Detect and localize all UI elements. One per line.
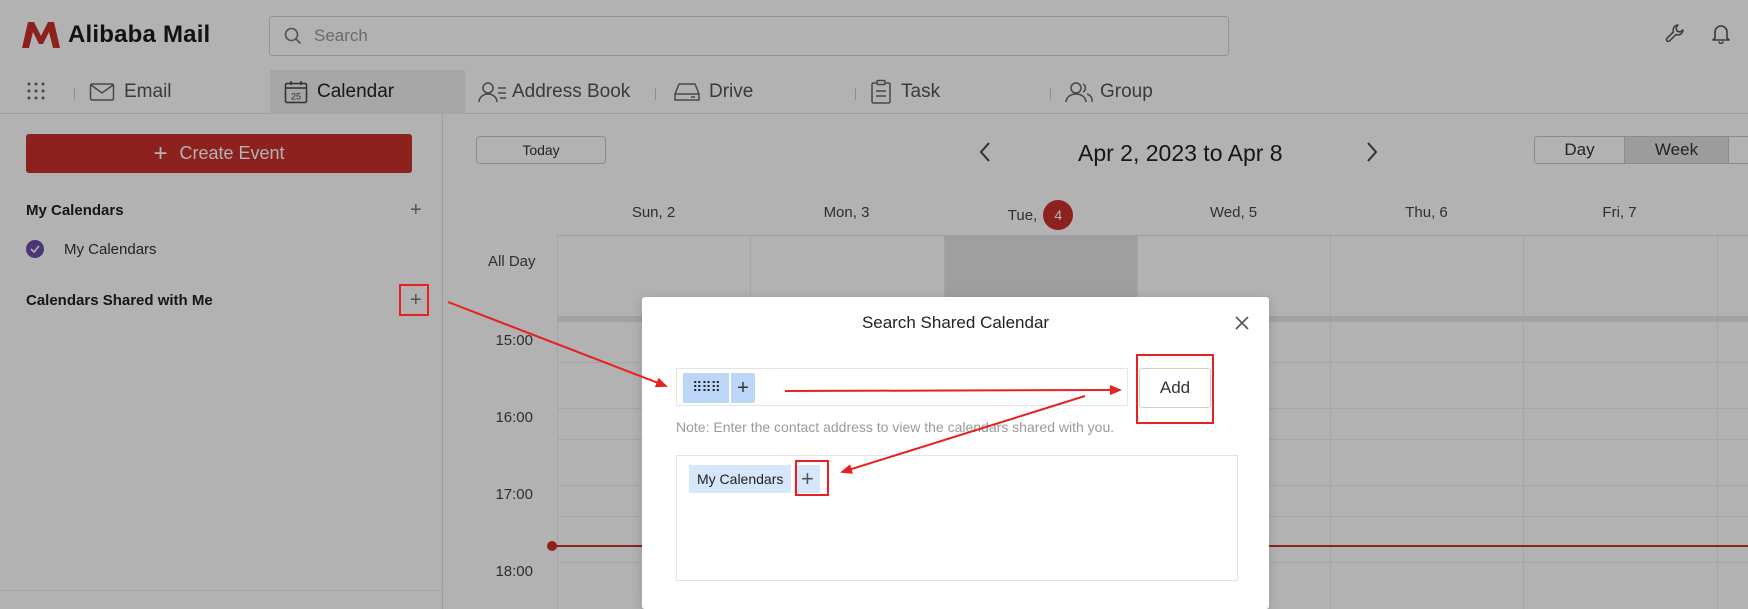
search-shared-calendar-dialog: Search Shared Calendar ⠿⠿⠿ + Add Note: E… bbox=[642, 297, 1269, 609]
contact-chip-label: ⠿⠿⠿ bbox=[683, 373, 729, 403]
chip-plus-icon[interactable]: + bbox=[731, 373, 755, 403]
contact-chip[interactable]: ⠿⠿⠿ + bbox=[683, 373, 755, 403]
close-icon[interactable] bbox=[1234, 315, 1250, 331]
contact-address-input[interactable]: ⠿⠿⠿ + bbox=[676, 368, 1128, 406]
annotation-box bbox=[1136, 354, 1214, 424]
shared-calendar-label: My Calendars bbox=[689, 465, 792, 493]
shared-calendar-results: My Calendars + bbox=[676, 455, 1238, 581]
annotation-box bbox=[795, 460, 829, 496]
annotation-box bbox=[399, 284, 429, 316]
dialog-title: Search Shared Calendar bbox=[861, 313, 1050, 332]
dialog-note: Note: Enter the contact address to view … bbox=[676, 419, 1115, 435]
